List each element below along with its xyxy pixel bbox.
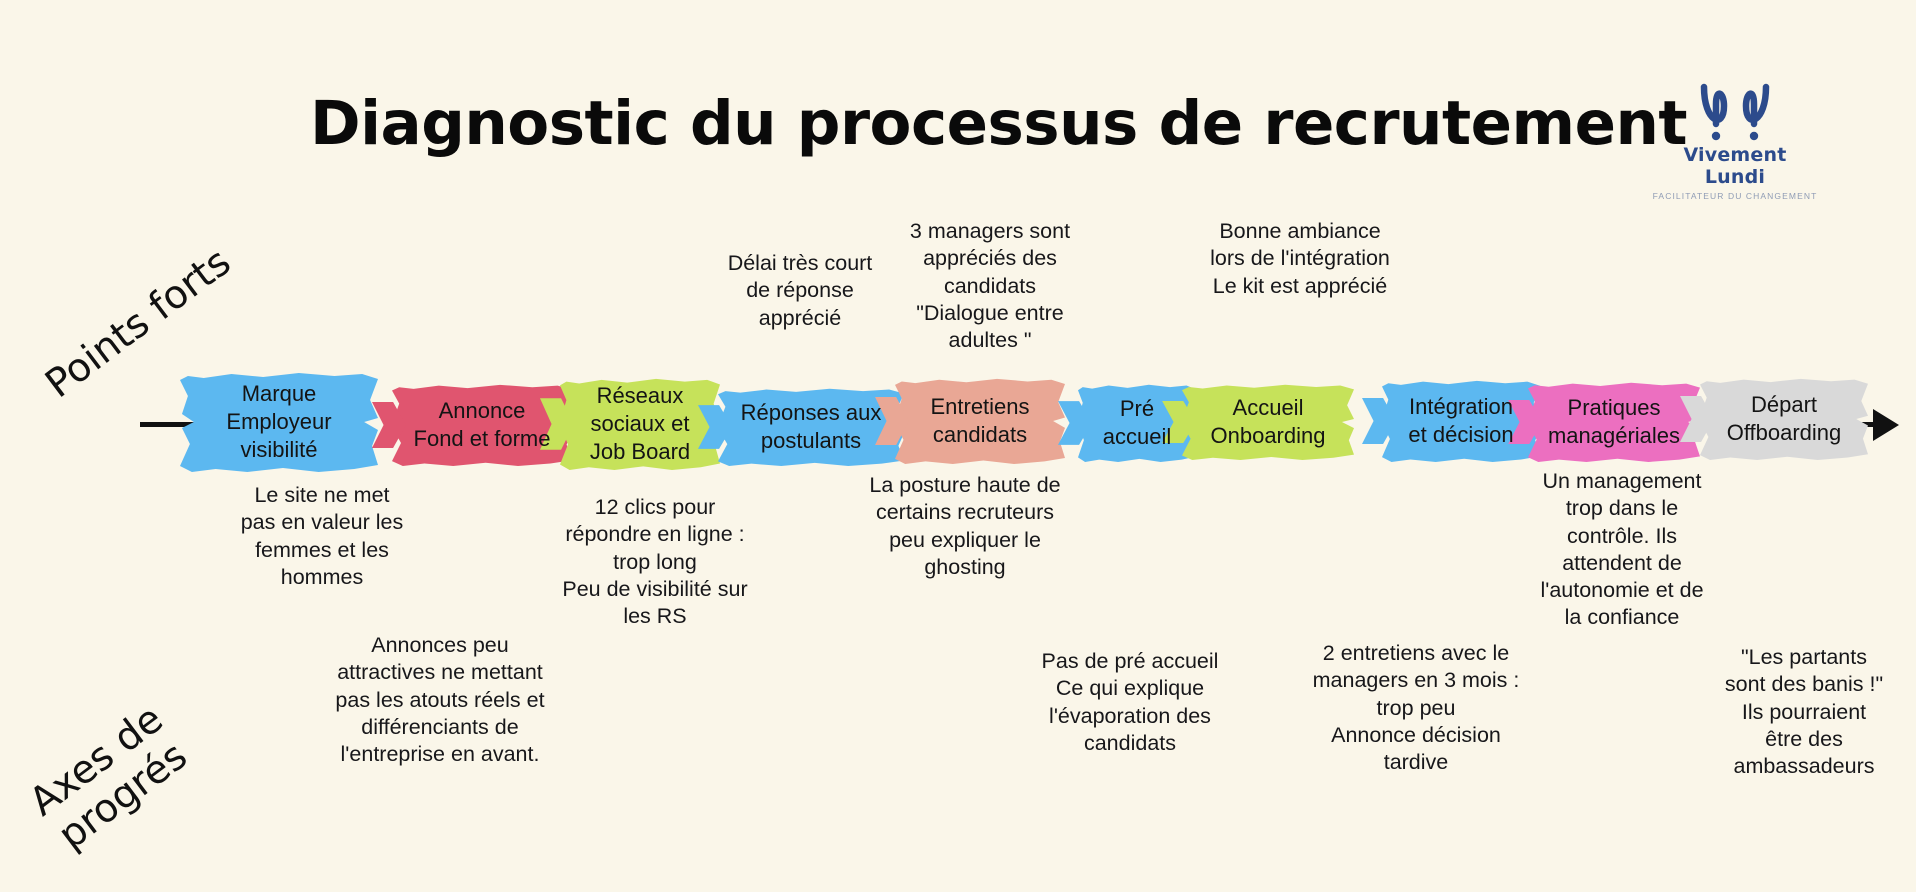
strength-note-delai: Délai très court de réponse apprécié — [727, 251, 873, 330]
process-step-integration[interactable]: Intégration et décision — [1382, 380, 1540, 462]
improvement-note-partants: "Les partants sont des banis !" Ils pour… — [1724, 645, 1884, 779]
process-step-reponses[interactable]: Réponses aux postulants — [718, 388, 904, 466]
improvement-note-site: Le site ne met pas en valeur les femmes … — [240, 483, 404, 589]
logo: Vivement Lundi FACILITATEUR DU CHANGEMEN… — [1650, 78, 1820, 201]
process-step-entretiens[interactable]: Entretiens candidats — [895, 378, 1065, 464]
improvement-note-clics: 12 clics pour répondre en ligne : trop l… — [562, 495, 748, 629]
process-step-label: Marque Employeur visibilité — [226, 380, 332, 463]
process-step-label: Pré accueil — [1102, 395, 1172, 449]
process-step-label: Intégration et décision — [1408, 393, 1514, 447]
process-arrow-head — [1873, 409, 1899, 441]
process-step-accueil[interactable]: Accueil Onboarding — [1182, 384, 1354, 460]
process-step-label: Pratiques managériales — [1547, 394, 1681, 448]
diagram-canvas: Diagnostic du processus de recrutement V… — [0, 0, 1916, 892]
process-step-label: Annonce Fond et forme — [413, 397, 551, 451]
page-title: Diagnostic du processus de recrutement — [310, 88, 1688, 159]
logo-tagline: FACILITATEUR DU CHANGEMENT — [1652, 191, 1818, 201]
process-step-pratiques[interactable]: Pratiques managériales — [1528, 382, 1700, 462]
improvement-note-posture: La posture haute de certains recruteurs … — [869, 473, 1061, 579]
process-step-label: Départ Offboarding — [1726, 391, 1842, 445]
process-step-label: Accueil Onboarding — [1210, 394, 1326, 448]
process-step-marque-employeur[interactable]: Marque Employeur visibilité — [180, 372, 378, 472]
process-step-label: Entretiens candidats — [930, 393, 1030, 447]
improvement-note-management: Un management trop dans le contrôle. Ils… — [1540, 469, 1704, 630]
process-step-reseaux-sociaux[interactable]: Réseaux sociaux et Job Board — [560, 378, 720, 470]
strength-note-managers: 3 managers sont appréciés des candidats … — [909, 219, 1071, 353]
improvement-note-annonces: Annonces peu attractives ne mettant pas … — [335, 633, 545, 767]
strength-note-ambiance: Bonne ambiance lors de l'intégration Le … — [1210, 219, 1390, 298]
process-step-depart[interactable]: Départ Offboarding — [1700, 378, 1868, 460]
improvement-note-entretiens: 2 entretiens avec le managers en 3 mois … — [1312, 641, 1520, 775]
improvements-axis-label: Axes de progrés — [21, 696, 196, 859]
process-step-label: Réseaux sociaux et Job Board — [589, 382, 691, 465]
process-step-label: Réponses aux postulants — [740, 399, 882, 453]
process-step-annonce[interactable]: Annonce Fond et forme — [392, 384, 572, 466]
logo-brand: Vivement Lundi — [1683, 144, 1787, 188]
improvement-note-pre-accueil: Pas de pré accueil Ce qui explique l'éva… — [1041, 649, 1219, 755]
double-loop-icon — [1700, 83, 1770, 141]
